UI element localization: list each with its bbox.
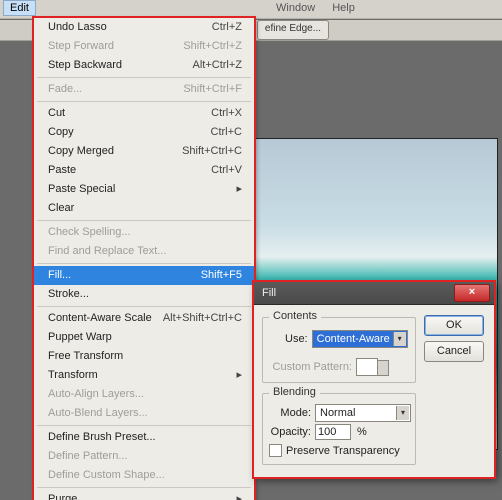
- mode-dropdown-value: Normal: [320, 407, 355, 419]
- use-label: Use:: [285, 333, 308, 345]
- menu-item-label: Paste Special: [48, 182, 115, 197]
- menu-item-label: Check Spelling...: [48, 225, 131, 240]
- menu-item-label: Undo Lasso: [48, 20, 107, 35]
- menu-item-shortcut: Alt+Ctrl+Z: [192, 58, 242, 73]
- menu-item-label: Find and Replace Text...: [48, 244, 166, 259]
- menu-item-label: Define Pattern...: [48, 449, 128, 464]
- menu-window[interactable]: Window: [269, 0, 322, 16]
- close-icon[interactable]: ×: [454, 284, 490, 302]
- menu-item-transform[interactable]: Transform ▸: [34, 366, 254, 385]
- edit-menu-dropdown: Undo Lasso Ctrl+Z Step Forward Shift+Ctrl+Z…: [33, 17, 255, 500]
- menu-item-label: Copy: [48, 125, 74, 140]
- menu-item-shortcut: Shift+F5: [201, 268, 242, 283]
- menu-item-shortcut: Ctrl+Z: [212, 20, 242, 35]
- menu-separator: [37, 101, 251, 102]
- menu-item-find-and-replace-text: Find and Replace Text...: [34, 242, 254, 261]
- menu-item-label: Paste: [48, 163, 76, 178]
- mode-dropdown[interactable]: Normal ▾: [315, 404, 411, 422]
- fill-dialog: Fill × Contents Use: Content-Aware ▾ Cus…: [253, 281, 495, 478]
- menu-edit[interactable]: Edit: [3, 0, 36, 16]
- custom-pattern-swatch: [356, 358, 378, 376]
- opacity-field[interactable]: 100: [315, 424, 351, 440]
- menu-item-label: Cut: [48, 106, 65, 121]
- menu-item-shortcut: Ctrl+V: [211, 163, 242, 178]
- menu-item-auto-align-layers: Auto-Align Layers...: [34, 385, 254, 404]
- menu-item-define-custom-shape: Define Custom Shape...: [34, 466, 254, 485]
- menu-separator: [37, 220, 251, 221]
- menu-item-shortcut: Alt+Shift+Ctrl+C: [163, 311, 242, 326]
- ok-button[interactable]: OK: [424, 315, 484, 336]
- menu-item-purge[interactable]: Purge ▸: [34, 490, 254, 500]
- use-dropdown[interactable]: Content-Aware ▾: [312, 330, 408, 348]
- menu-item-copy-merged[interactable]: Copy Merged Shift+Ctrl+C: [34, 142, 254, 161]
- menu-item-label: Transform: [48, 368, 98, 383]
- menu-help[interactable]: Help: [325, 0, 362, 16]
- menu-item-label: Fill...: [48, 268, 71, 283]
- menu-item-label: Define Custom Shape...: [48, 468, 165, 483]
- menu-item-label: Define Brush Preset...: [48, 430, 156, 445]
- menu-item-puppet-warp[interactable]: Puppet Warp: [34, 328, 254, 347]
- cancel-button[interactable]: Cancel: [424, 341, 484, 362]
- blending-group-legend: Blending: [269, 386, 320, 398]
- fill-dialog-titlebar[interactable]: Fill ×: [254, 282, 494, 305]
- preserve-transparency-checkbox[interactable]: [269, 444, 282, 457]
- menu-item-check-spelling: Check Spelling...: [34, 223, 254, 242]
- menu-item-cut[interactable]: Cut Ctrl+X: [34, 104, 254, 123]
- menu-separator: [37, 77, 251, 78]
- custom-pattern-label: Custom Pattern:: [266, 361, 352, 373]
- menu-item-shortcut: Ctrl+C: [211, 125, 242, 140]
- menu-item-paste-special[interactable]: Paste Special ▸: [34, 180, 254, 199]
- menu-item-label: Step Forward: [48, 39, 114, 54]
- menu-item-step-backward[interactable]: Step Backward Alt+Ctrl+Z: [34, 56, 254, 75]
- menu-item-clear[interactable]: Clear: [34, 199, 254, 218]
- menu-separator: [37, 263, 251, 264]
- opacity-unit: %: [357, 426, 367, 438]
- menu-item-label: Step Backward: [48, 58, 122, 73]
- menu-item-paste[interactable]: Paste Ctrl+V: [34, 161, 254, 180]
- menu-item-label: Auto-Align Layers...: [48, 387, 144, 402]
- menu-item-label: Puppet Warp: [48, 330, 112, 345]
- menu-item-label: Fade...: [48, 82, 82, 97]
- refine-edge-button[interactable]: efine Edge...: [257, 20, 329, 40]
- menu-item-fade: Fade... Shift+Ctrl+F: [34, 80, 254, 99]
- menu-item-define-brush-preset[interactable]: Define Brush Preset...: [34, 428, 254, 447]
- blending-group: Blending Mode: Normal ▾ Opacity: 100 % P…: [262, 393, 416, 465]
- opacity-label: Opacity:: [269, 426, 311, 438]
- preserve-transparency-label: Preserve Transparency: [286, 445, 400, 457]
- menu-item-content-aware-scale[interactable]: Content-Aware Scale Alt+Shift+Ctrl+C: [34, 309, 254, 328]
- menu-separator: [37, 306, 251, 307]
- fill-dialog-title: Fill: [262, 287, 276, 299]
- chevron-down-icon: ▾: [396, 406, 409, 420]
- menu-item-copy[interactable]: Copy Ctrl+C: [34, 123, 254, 142]
- menu-item-label: Copy Merged: [48, 144, 114, 159]
- menu-item-label: Clear: [48, 201, 74, 216]
- menu-item-label: Stroke...: [48, 287, 89, 302]
- chevron-down-icon: ▾: [393, 332, 406, 346]
- menu-item-shortcut: Shift+Ctrl+F: [183, 82, 242, 97]
- contents-group-legend: Contents: [269, 310, 321, 322]
- menu-separator: [37, 487, 251, 488]
- chevron-right-icon: ▸: [236, 182, 242, 197]
- menu-item-label: Auto-Blend Layers...: [48, 406, 148, 421]
- menu-item-define-pattern: Define Pattern...: [34, 447, 254, 466]
- menu-item-shortcut: Shift+Ctrl+Z: [183, 39, 242, 54]
- chevron-right-icon: ▸: [236, 492, 242, 500]
- menu-item-fill[interactable]: Fill... Shift+F5: [34, 266, 254, 285]
- menu-item-shortcut: Ctrl+X: [211, 106, 242, 121]
- chevron-right-icon: ▸: [236, 368, 242, 383]
- menu-item-auto-blend-layers: Auto-Blend Layers...: [34, 404, 254, 423]
- menu-item-label: Content-Aware Scale: [48, 311, 152, 326]
- menu-item-label: Purge: [48, 492, 77, 500]
- menu-item-shortcut: Shift+Ctrl+C: [182, 144, 242, 159]
- menu-item-label: Free Transform: [48, 349, 123, 364]
- mode-label: Mode:: [277, 407, 311, 419]
- menu-item-step-forward: Step Forward Shift+Ctrl+Z: [34, 37, 254, 56]
- contents-group: Contents Use: Content-Aware ▾ Custom Pat…: [262, 317, 416, 383]
- menu-item-free-transform[interactable]: Free Transform: [34, 347, 254, 366]
- use-dropdown-value: Content-Aware: [317, 333, 390, 345]
- menu-item-stroke[interactable]: Stroke...: [34, 285, 254, 304]
- menu-separator: [37, 425, 251, 426]
- menu-item-undo-lasso[interactable]: Undo Lasso Ctrl+Z: [34, 18, 254, 37]
